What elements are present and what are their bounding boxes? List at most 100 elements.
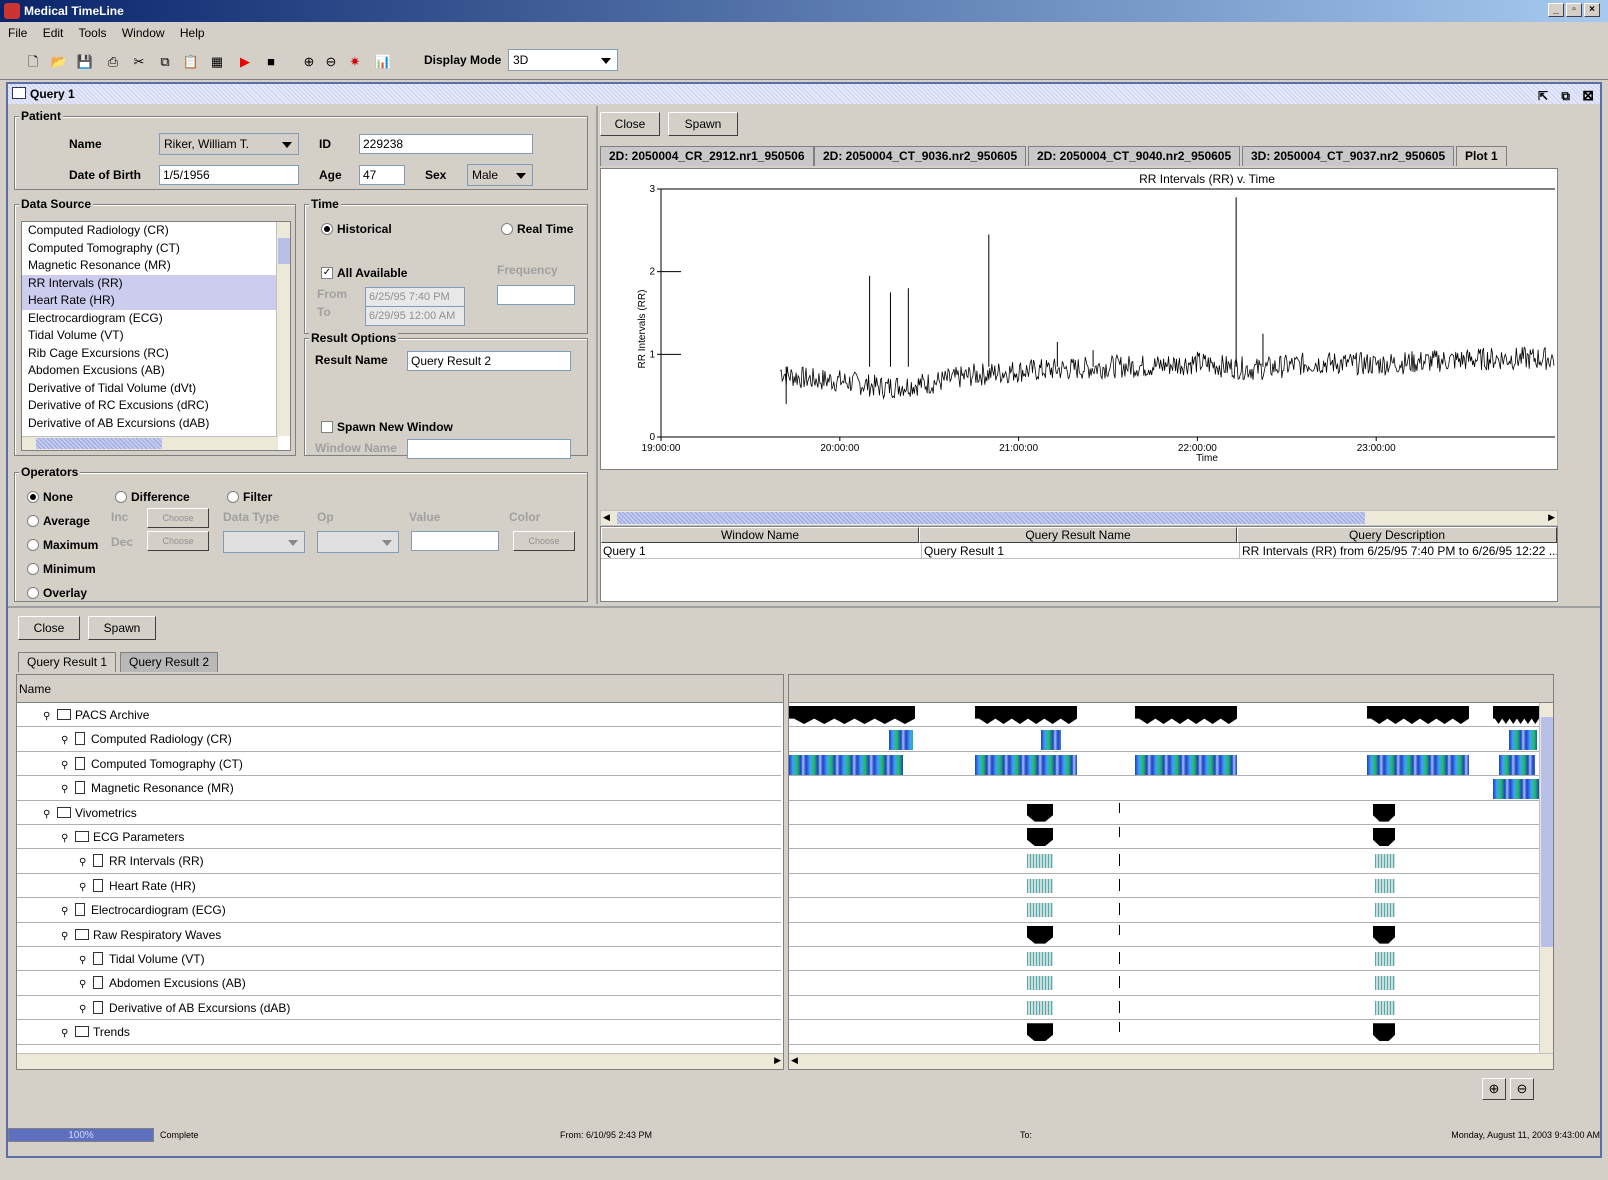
tree-row[interactable]: ⚲ Derivative of AB Excursions (dAB) [17,996,781,1021]
tree-handle-icon[interactable]: ⚲ [61,900,75,924]
tab-ct-9040[interactable]: 2D: 2050004_CT_9040.nr2_950605 [1028,146,1241,166]
cut-icon[interactable]: ✂ [130,53,148,71]
waveform-thumbnail[interactable] [1027,1000,1053,1015]
tree-row[interactable]: ⚲ RR Intervals (RR) [17,849,781,875]
data-source-hscroll[interactable] [22,436,278,450]
plot-hscroll-thumb[interactable] [617,512,1365,524]
mr-thumbnail[interactable] [1493,779,1539,800]
calendar-icon[interactable]: ▦ [208,53,226,71]
results-spawn-button[interactable]: Spawn [88,616,156,640]
tree-handle-icon[interactable]: ⚲ [61,729,75,753]
timeline-row[interactable] [789,703,1539,728]
event-tick[interactable] [1119,1000,1120,1013]
hscroll-thumb[interactable] [36,438,162,449]
data-source-item[interactable]: Tidal Volume (VT) [22,327,290,345]
timeline-row[interactable] [789,947,1539,972]
tab-cr-2912[interactable]: 2D: 2050004_CR_2912.nr1_950506 [600,146,814,166]
waveform-thumbnail[interactable] [1375,854,1395,869]
scroll-right-icon[interactable]: ▶ [774,1055,781,1066]
splitter[interactable] [596,106,598,604]
timeline-scroll-thumb[interactable] [1541,717,1553,947]
waveform-thumbnail[interactable] [1027,952,1053,966]
ct-thumbnail[interactable] [1499,754,1535,775]
tree-handle-icon[interactable]: ⚲ [61,827,75,851]
tree-row[interactable]: ⚲ ECG Parameters [17,825,781,851]
op-select[interactable] [317,531,399,553]
sex-select[interactable]: Male [467,164,533,186]
horizontal-splitter[interactable] [8,606,1600,608]
timeline-row[interactable] [789,825,1539,850]
event-tick[interactable] [1119,827,1120,837]
data-source-item[interactable]: Derivative of RC Excusions (dRC) [22,397,290,415]
timeline-hscroll[interactable]: ◀ [789,1053,1553,1069]
tree-row[interactable]: ⚲ Vivometrics [17,801,781,825]
timeline-row[interactable] [789,971,1539,996]
scroll-left-icon[interactable]: ◀ [603,512,610,523]
menu-help[interactable]: Help [180,26,205,40]
event-block[interactable] [1373,803,1395,822]
data-source-item[interactable]: Derivative of Tidal Volume (dVt) [22,380,290,398]
tree-row[interactable]: ⚲ Heart Rate (HR) [17,874,781,900]
minimize-button[interactable]: _ [1548,3,1564,17]
waveform-thumbnail[interactable] [1375,903,1395,918]
data-source-item[interactable]: Heart Rate (HR) [22,292,290,310]
menu-tools[interactable]: Tools [79,26,107,40]
event-block[interactable] [1027,925,1053,944]
op-maximum-radio[interactable] [27,539,39,551]
waveform-thumbnail[interactable] [1027,976,1053,991]
event-tick[interactable] [1119,924,1120,935]
data-source-item[interactable]: Abdomen Excusions (AB) [22,362,290,380]
tree-row[interactable]: ⚲ Trends [17,1020,781,1045]
data-source-item[interactable]: Magnetic Resonance (MR) [22,257,290,275]
tab-plot-1[interactable]: Plot 1 [1456,146,1507,166]
value-field[interactable] [411,531,499,551]
event-tick[interactable] [1119,903,1120,916]
op-minimum-radio[interactable] [27,563,39,575]
waveform-thumbnail[interactable] [1027,903,1053,918]
timeline-row[interactable] [789,996,1539,1021]
tree-handle-icon[interactable]: ⚲ [61,925,75,949]
print-icon[interactable]: ⎙ [104,53,122,71]
paste-icon[interactable]: 📋 [182,53,200,71]
timeline-row[interactable] [789,1020,1539,1045]
minimize-frame-icon[interactable]: ⇱ [1538,86,1548,106]
to-field[interactable]: 6/29/95 12:00 AM [365,306,465,326]
event-tick[interactable] [1119,802,1120,813]
data-source-item[interactable]: RR Intervals (RR) [22,274,290,292]
color-choose-button[interactable]: Choose [513,531,575,551]
name-column-header[interactable]: Name [17,675,783,703]
data-source-item[interactable]: Computed Radiology (CR) [22,222,290,240]
tree-row[interactable]: ⚲ Computed Radiology (CR) [17,727,781,753]
frequency-field[interactable] [497,285,575,305]
tree-row[interactable]: ⚲ Abdomen Excusions (AB) [17,971,781,996]
tab-query-result-2[interactable]: Query Result 2 [120,652,219,672]
menu-file[interactable]: File [8,26,27,40]
timeline-zoom-in-icon[interactable]: ⊕ [1482,1078,1506,1100]
tree-row[interactable]: ⚲ Computed Tomography (CT) [17,752,781,777]
event-tick[interactable] [1119,952,1120,964]
open-folder-icon[interactable]: 📂 [50,53,68,71]
pacs-archive-block[interactable] [975,706,1077,724]
tree-handle-icon[interactable]: ⚲ [79,851,93,875]
op-overlay-radio[interactable] [27,587,39,599]
data-source-item[interactable]: Electrocardiogram (ECG) [22,310,290,328]
waveform-thumbnail[interactable] [1375,976,1395,991]
waveform-thumbnail[interactable] [1375,878,1395,893]
plot-close-button[interactable]: Close [600,112,660,136]
realtime-radio[interactable] [501,223,513,235]
timeline-vscroll[interactable] [1539,703,1553,1055]
pacs-archive-block[interactable] [1135,706,1237,724]
scroll-right-icon[interactable]: ▶ [1548,512,1555,523]
tree-handle-icon[interactable]: ⚲ [79,876,93,900]
timeline-row[interactable] [789,849,1539,874]
timeline-row[interactable] [789,898,1539,923]
tab-ct-9037[interactable]: 3D: 2050004_CT_9037.nr2_950605 [1242,146,1455,166]
cr-thumbnail[interactable] [889,730,913,751]
pacs-archive-block[interactable] [789,706,915,724]
copy-icon[interactable]: ⧉ [156,53,174,71]
event-block[interactable] [1373,925,1395,944]
plot-spawn-button[interactable]: Spawn [668,112,738,136]
close-window-button[interactable]: × [1584,3,1600,17]
dec-choose-button[interactable]: Choose [147,531,209,551]
menu-edit[interactable]: Edit [43,26,64,40]
